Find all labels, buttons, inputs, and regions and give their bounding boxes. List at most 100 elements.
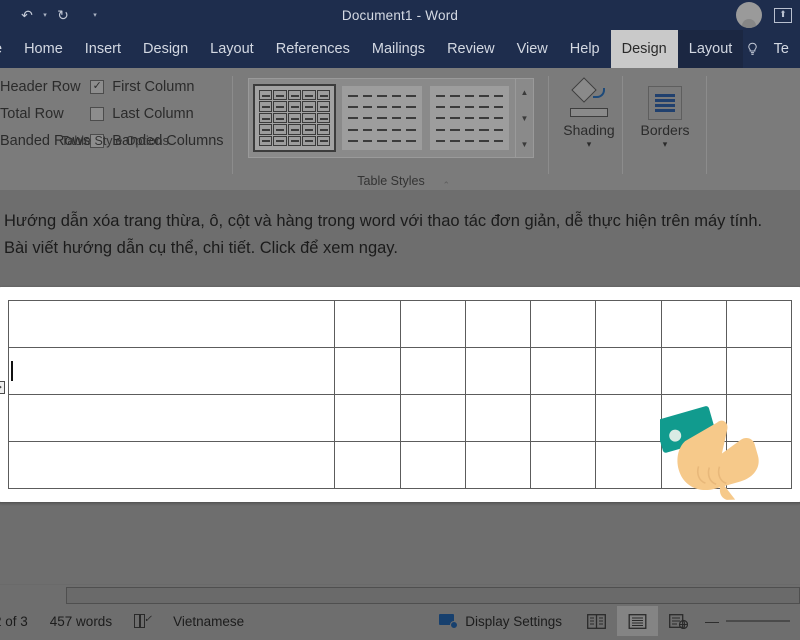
table-cell[interactable] [595, 394, 662, 442]
tab-help[interactable]: Help [559, 30, 611, 68]
table-cell[interactable] [334, 441, 401, 489]
table-cell[interactable] [399, 347, 466, 395]
ribbon-display-options-icon[interactable]: ⬆ [774, 7, 792, 23]
tab-layout[interactable]: Layout [199, 30, 265, 68]
table-style-swatch-1[interactable] [252, 84, 337, 152]
table-cell[interactable] [660, 347, 727, 395]
table-cell[interactable] [399, 394, 466, 442]
checkbox-first-column[interactable]: ✓ First Column [90, 75, 230, 98]
customize-quick-access-toolbar-icon[interactable]: ▾ [90, 11, 100, 19]
table-row[interactable] [7, 347, 793, 395]
table-cell[interactable] [595, 347, 662, 395]
table-cell[interactable] [529, 347, 597, 395]
word-application-window: ↶ ▾ ↻ ▾ Document1 - Word ⬆ e Home Insert… [0, 0, 800, 640]
table-row[interactable] [7, 300, 793, 348]
tab-review[interactable]: Review [436, 30, 506, 68]
display-settings-label: Display Settings [465, 613, 562, 629]
shading-dropdown-icon[interactable]: ▾ [587, 140, 592, 149]
ribbon-tab-strip: e Home Insert Design Layout References M… [0, 30, 800, 68]
tab-references[interactable]: References [265, 30, 361, 68]
word-count[interactable]: 457 words [50, 614, 112, 629]
gallery-scroll-down-icon[interactable]: ▼ [516, 105, 533, 131]
table-cell[interactable] [7, 441, 336, 489]
title-bar: ↶ ▾ ↻ ▾ Document1 - Word ⬆ [0, 0, 800, 30]
table-cell[interactable] [7, 300, 336, 348]
table-cell[interactable] [595, 441, 662, 489]
tell-me-lightbulb-icon[interactable] [743, 30, 762, 68]
table-cell[interactable] [334, 394, 401, 442]
tab-mailings[interactable]: Mailings [361, 30, 436, 68]
page-indicator[interactable]: 2 of 3 [0, 614, 28, 629]
avatar[interactable] [736, 2, 762, 28]
table-styles-gallery[interactable] [248, 78, 516, 158]
document-paragraph[interactable]: Hướng dẫn xóa trang thừa, ô, cột và hàng… [4, 208, 784, 262]
table-cell[interactable] [464, 394, 532, 442]
undo-dropdown-icon[interactable]: ▾ [40, 11, 50, 19]
table-move-handle-icon[interactable]: ✥ [0, 381, 5, 394]
tab-table-layout[interactable]: Layout [677, 30, 744, 68]
table-cell[interactable] [529, 300, 597, 348]
checkbox-first-column-box[interactable]: ✓ [90, 79, 105, 94]
tab-view[interactable]: View [506, 30, 559, 68]
borders-dropdown-icon[interactable]: ▾ [663, 140, 668, 149]
title-bar-right-controls: ⬆ [736, 0, 792, 30]
table-cell[interactable] [7, 394, 336, 442]
tab-file[interactable]: e [0, 30, 13, 68]
zoom-out-button[interactable]: — [705, 613, 719, 629]
ribbon-separator-1 [232, 76, 233, 174]
tab-home[interactable]: Home [13, 30, 74, 68]
group-label-table-style-options: Table Style Options [61, 134, 169, 148]
table-style-swatch-2[interactable] [342, 86, 422, 150]
checkbox-last-column[interactable]: Last Column [90, 102, 230, 125]
table-cell[interactable] [725, 300, 793, 348]
display-settings-button[interactable]: Display Settings [439, 613, 562, 629]
table-cell[interactable] [399, 300, 466, 348]
language-indicator[interactable]: Vietnamese [173, 614, 244, 629]
checkbox-header-row-label: Header Row [0, 78, 81, 95]
checkbox-last-column-box[interactable] [90, 106, 105, 121]
group-table-style-options: Header Row Total Row Banded Rows ✓ First… [0, 72, 230, 152]
shading-button[interactable]: Shading ▾ [556, 74, 622, 149]
table-cell[interactable] [660, 300, 727, 348]
table-cell[interactable] [334, 300, 401, 348]
display-settings-icon [439, 613, 459, 629]
status-bar-left: 2 of 3 457 words ✓ Vietnamese [0, 613, 244, 629]
horizontal-scrollbar[interactable] [0, 584, 800, 606]
horizontal-scrollbar-thumb[interactable] [66, 587, 800, 604]
undo-icon[interactable]: ↶ [16, 4, 38, 26]
tab-table-design[interactable]: Design [610, 30, 678, 68]
gallery-scroll-up-icon[interactable]: ▲ [516, 79, 533, 105]
table-cell[interactable] [464, 347, 532, 395]
status-bar-right: Display Settings — [439, 606, 800, 636]
tab-tell-me[interactable]: Te [763, 30, 800, 68]
redo-icon[interactable]: ↻ [52, 4, 74, 26]
ribbon-separator-2 [548, 76, 549, 174]
read-mode-view-button[interactable] [576, 606, 617, 636]
checkbox-total-row[interactable]: Total Row [0, 102, 90, 125]
web-layout-view-button[interactable] [658, 606, 699, 636]
status-bar: 2 of 3 457 words ✓ Vietnamese Display Se… [0, 606, 800, 636]
proofing-errors-icon[interactable]: ✓ [134, 613, 152, 629]
table-cell[interactable] [464, 441, 532, 489]
table-cell[interactable] [464, 300, 532, 348]
group-table-styles: ▲ ▼ ▼ Table Styles [248, 74, 538, 188]
borders-label: Borders [640, 122, 690, 138]
table-cell[interactable] [334, 347, 401, 395]
table-cell-with-caret[interactable] [7, 347, 336, 395]
table-cell[interactable] [725, 347, 793, 395]
gallery-more-icon[interactable]: ▼ [516, 131, 533, 157]
tab-design[interactable]: Design [132, 30, 199, 68]
zoom-slider[interactable]: — [699, 613, 800, 629]
table-cell[interactable] [399, 441, 466, 489]
tab-insert[interactable]: Insert [74, 30, 132, 68]
checkbox-header-row[interactable]: Header Row [0, 75, 90, 98]
table-cell[interactable] [595, 300, 662, 348]
document-canvas[interactable]: Hướng dẫn xóa trang thừa, ô, cột và hàng… [0, 190, 800, 568]
quick-access-toolbar: ↶ ▾ ↻ ▾ [16, 4, 100, 26]
zoom-slider-track[interactable] [726, 620, 790, 622]
print-layout-view-button[interactable] [617, 606, 658, 636]
borders-button[interactable]: Borders ▾ [628, 74, 702, 149]
table-style-swatch-3[interactable] [429, 86, 509, 150]
table-cell[interactable] [529, 441, 597, 489]
table-cell[interactable] [529, 394, 597, 442]
